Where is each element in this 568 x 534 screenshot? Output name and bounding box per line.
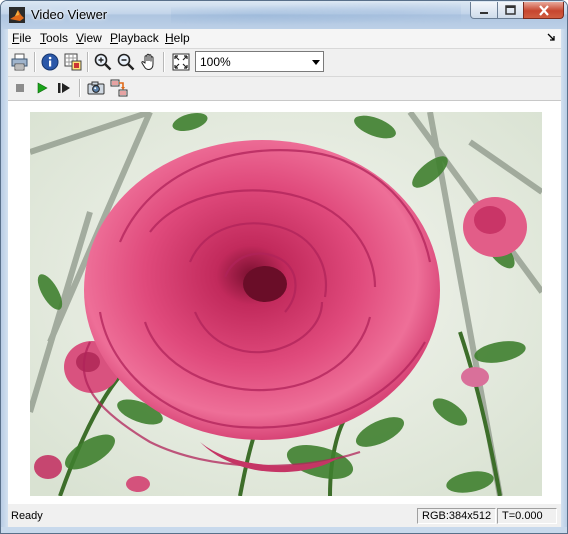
window-frame-right [561,29,567,533]
minimize-icon [480,12,488,14]
print-button[interactable] [10,52,30,72]
stop-icon [16,84,24,92]
fit-to-window-button[interactable] [171,52,191,72]
video-frame[interactable] [30,112,542,496]
close-button[interactable] [523,2,564,19]
stop-button[interactable] [10,78,30,98]
menu-playback[interactable]: Playback [110,31,159,45]
snapshot-button[interactable] [86,78,106,98]
play-button[interactable] [32,78,52,98]
main-toolbar: 100% [8,49,561,77]
pan-button[interactable] [139,52,159,72]
maximize-icon [505,5,516,15]
rgb-size-readout: RGB:384x512 [417,508,496,524]
step-forward-icon [58,83,70,93]
maximize-button[interactable] [497,2,524,19]
zoom-in-icon [94,53,112,71]
title-bar-decoration [171,3,461,27]
close-icon [538,4,549,16]
minimize-button[interactable] [470,2,498,19]
matlab-logo-icon[interactable] [9,7,25,23]
toolbar-separator [79,79,81,97]
toolbar-separator [87,52,89,72]
menu-tools[interactable]: Tools [40,31,68,45]
toolbar-separator [163,52,165,72]
snapshot-icon [87,81,105,95]
export-button[interactable] [109,78,129,98]
zoom-out-icon [117,53,135,71]
zoom-out-button[interactable] [116,52,136,72]
video-viewer-window: Video Viewer File Tools View Playback He… [0,0,568,534]
rose-image [30,112,542,496]
zoom-in-button[interactable] [93,52,113,72]
zoom-level-select[interactable]: 100% [195,51,324,72]
window-frame-left [1,29,8,533]
export-icon [110,79,128,97]
window-frame-bottom [1,527,567,533]
title-bar[interactable]: Video Viewer [1,1,567,29]
pixel-region-button[interactable] [63,52,83,72]
toolbar-separator [34,52,36,72]
status-bar: Ready RGB:384x512 T=0.000 [8,505,561,527]
step-forward-button[interactable] [54,78,74,98]
window-title: Video Viewer [31,7,108,22]
chevron-down-icon [312,60,320,65]
status-text: Ready [11,510,43,522]
menu-help[interactable]: Help [165,31,190,45]
playback-toolbar [8,77,561,101]
pixel-region-icon [64,53,82,71]
info-icon [41,53,59,71]
info-button[interactable] [40,52,60,72]
fit-to-window-icon [172,53,190,71]
zoom-level-value: 100% [200,55,231,69]
dock-arrow-icon[interactable] [547,33,555,43]
menu-bar: File Tools View Playback Help [8,29,561,49]
menu-view[interactable]: View [76,31,102,45]
play-icon [37,82,48,94]
pan-hand-icon [141,53,154,71]
time-readout: T=0.000 [497,508,557,524]
video-display-area[interactable] [8,101,561,504]
menu-file[interactable]: File [12,31,31,45]
print-icon [11,53,28,71]
